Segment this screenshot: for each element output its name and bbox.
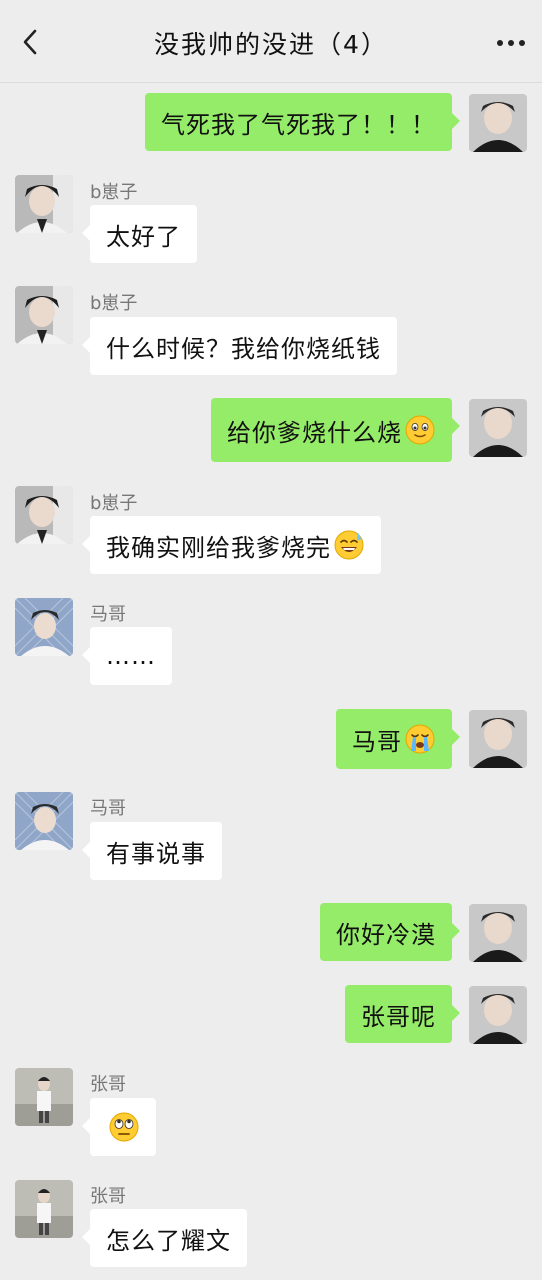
sender-name: 张哥	[90, 1074, 126, 1095]
more-options-button[interactable]	[490, 26, 532, 60]
message-bubble[interactable]: 太好了	[82, 205, 197, 263]
message-text: 我确实刚给我爹烧完	[106, 533, 331, 562]
sender-avatar[interactable]	[15, 1180, 73, 1238]
sender-name: b崽子	[90, 182, 138, 203]
sender-avatar[interactable]	[15, 175, 73, 233]
more-dots-icon	[497, 40, 525, 46]
my-avatar[interactable]	[469, 399, 527, 457]
sender-name: b崽子	[90, 493, 138, 514]
message-bubble[interactable]	[82, 1098, 156, 1156]
message-text: 怎么了耀文	[106, 1226, 231, 1255]
message-text: 太好了	[106, 222, 181, 251]
sender-name: 马哥	[90, 798, 126, 819]
chat-header: 没我帅的没进（4）	[0, 0, 542, 83]
message-bubble[interactable]: 怎么了耀文	[82, 1209, 247, 1267]
sender-avatar[interactable]	[15, 598, 73, 656]
sender-name: 马哥	[90, 604, 126, 625]
message-text: 什么时候？我给你烧纸钱	[106, 334, 381, 363]
sweat-smile-emoji	[333, 529, 365, 561]
back-button[interactable]	[12, 24, 48, 60]
message-text: 你好冷漠	[336, 920, 436, 949]
my-avatar[interactable]	[469, 710, 527, 768]
smile-emoji	[404, 414, 436, 446]
sender-avatar[interactable]	[15, 486, 73, 544]
message-bubble[interactable]: 气死我了气死我了！！！	[145, 93, 460, 151]
message-bubble[interactable]: 有事说事	[82, 822, 222, 880]
my-avatar[interactable]	[469, 986, 527, 1044]
message-text: 马哥	[352, 727, 402, 756]
sender-avatar[interactable]	[15, 792, 73, 850]
message-bubble[interactable]: 我确实刚给我爹烧完	[82, 516, 381, 574]
sender-avatar[interactable]	[15, 1068, 73, 1126]
chat-title: 没我帅的没进（4）	[154, 30, 388, 59]
sender-name: b崽子	[90, 293, 138, 314]
message-text: ……	[106, 642, 156, 670]
my-avatar[interactable]	[469, 904, 527, 962]
message-bubble[interactable]: 什么时候？我给你烧纸钱	[82, 317, 397, 375]
message-text: 张哥呢	[361, 1002, 436, 1031]
message-text: 气死我了气死我了！！！	[161, 110, 436, 139]
chevron-left-icon	[23, 29, 37, 55]
message-bubble[interactable]: 你好冷漠	[320, 903, 460, 961]
my-avatar[interactable]	[469, 94, 527, 152]
message-text: 有事说事	[106, 839, 206, 868]
message-bubble[interactable]: 马哥	[336, 709, 460, 769]
sender-name: 张哥	[90, 1186, 126, 1207]
message-text: 给你爹烧什么烧	[227, 418, 402, 447]
eye-roll-emoji	[108, 1111, 140, 1143]
crying-emoji	[404, 723, 436, 755]
message-bubble[interactable]: 给你爹烧什么烧	[211, 398, 460, 462]
message-bubble[interactable]: 张哥呢	[345, 985, 460, 1043]
message-bubble[interactable]: ……	[82, 627, 172, 685]
sender-avatar[interactable]	[15, 286, 73, 344]
